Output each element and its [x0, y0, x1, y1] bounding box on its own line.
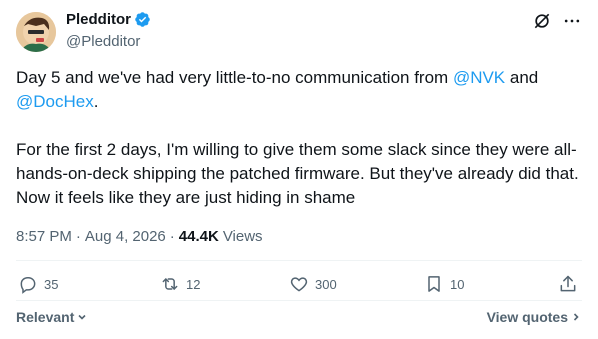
share-button[interactable] — [558, 274, 578, 294]
post-meta: 8:57 PM · Aug 4, 2026 · 44.4K Views — [16, 228, 263, 245]
views-label: Views — [222, 228, 263, 245]
avatar-illustration — [16, 12, 56, 52]
view-quotes-label: View quotes — [486, 309, 568, 325]
tweet: Pledditor @Pledditor Day 5 and we've had… — [0, 0, 598, 339]
post-text: Day 5 and we've had very little-to-no co… — [16, 66, 582, 210]
heart-icon — [290, 277, 308, 292]
mention-nvk[interactable]: @NVK — [453, 68, 505, 87]
author-name-row: Pledditor — [66, 11, 151, 28]
share-icon — [560, 275, 576, 292]
post-paragraph-1: Day 5 and we've had very little-to-no co… — [16, 66, 582, 114]
reply-icon — [20, 277, 36, 294]
chevron-down-icon — [78, 314, 86, 320]
meta-separator-2: · — [169, 228, 175, 245]
divider-bottom — [16, 300, 582, 301]
relevant-label: Relevant — [16, 309, 75, 325]
bookmark-icon — [428, 276, 440, 292]
mention-dochex[interactable]: @DocHex — [16, 92, 94, 111]
repost-count: 12 — [186, 276, 201, 292]
bookmark-button[interactable]: 10 — [424, 274, 464, 294]
avatar[interactable] — [16, 12, 56, 52]
divider-top — [16, 260, 582, 261]
more-icon[interactable] — [562, 11, 582, 31]
post-date[interactable]: Aug 4, 2026 — [85, 228, 166, 245]
post-time[interactable]: 8:57 PM — [16, 228, 72, 245]
repost-button[interactable]: 12 — [160, 274, 200, 294]
reply-button[interactable]: 35 — [18, 274, 58, 294]
reply-count: 35 — [44, 276, 59, 292]
top-icons — [532, 11, 582, 31]
author-name[interactable]: Pledditor — [66, 11, 131, 28]
repost-icon — [162, 278, 178, 290]
relevant-sort-button[interactable]: Relevant — [16, 309, 88, 325]
meta-separator: · — [75, 228, 81, 245]
post-text-period: . — [93, 92, 99, 111]
post-text-and: and — [505, 68, 539, 87]
chevron-right-icon — [573, 313, 579, 321]
view-quotes-link[interactable]: View quotes — [487, 309, 582, 325]
author-handle[interactable]: @Pledditor — [66, 33, 140, 50]
grok-icon[interactable] — [532, 11, 552, 31]
post-paragraph-2: For the first 2 days, I'm willing to giv… — [16, 140, 579, 207]
like-count: 300 — [315, 276, 337, 292]
like-button[interactable]: 300 — [289, 274, 337, 294]
post-text-start: Day 5 and we've had very little-to-no co… — [16, 68, 453, 87]
action-bar: 35 12 300 10 — [16, 274, 582, 298]
bookmark-count: 10 — [450, 276, 465, 292]
views-count: 44.4K — [178, 228, 219, 245]
verified-badge-icon[interactable] — [134, 11, 151, 28]
